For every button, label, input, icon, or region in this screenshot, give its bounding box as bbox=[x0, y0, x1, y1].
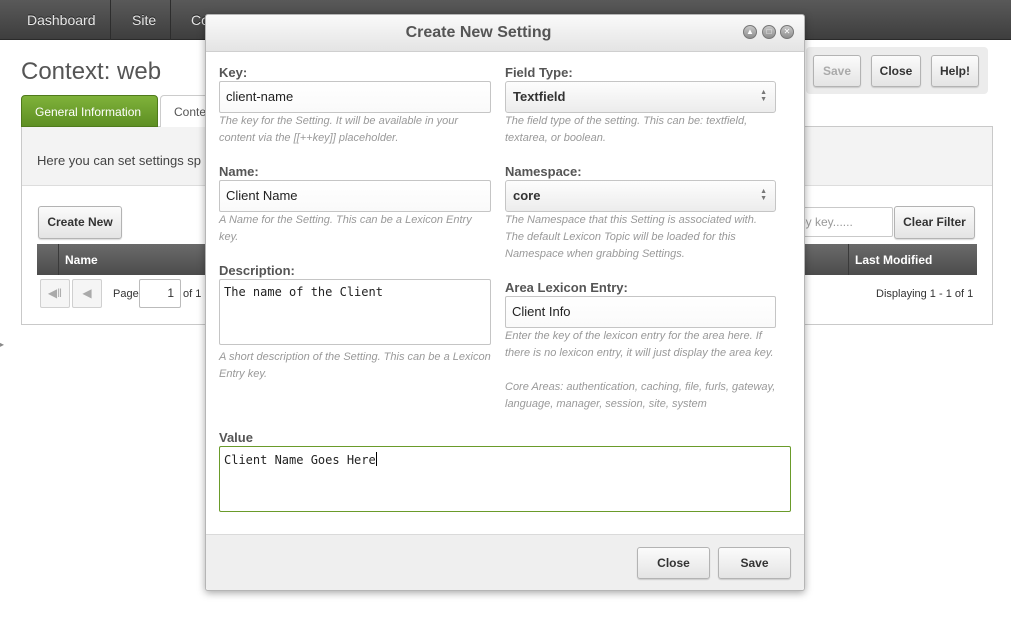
area-lexicon-label: Area Lexicon Entry: bbox=[505, 280, 628, 295]
nav-site[interactable]: Site bbox=[118, 0, 172, 40]
modal-title: Create New Setting bbox=[405, 24, 552, 41]
clear-filter-button[interactable]: Clear Filter bbox=[894, 206, 975, 239]
create-setting-modal: Create New Setting ▲ □ ✕ Key: client-nam… bbox=[205, 14, 805, 591]
name-label: Name: bbox=[219, 164, 259, 179]
nav-dashboard[interactable]: Dashboard bbox=[13, 0, 111, 40]
area-lexicon-input[interactable]: Client Info bbox=[505, 296, 776, 328]
namespace-value: core bbox=[513, 188, 541, 203]
collapse-handle-icon[interactable]: ▸ bbox=[0, 340, 4, 349]
namespace-hint: The Namespace that this Setting is assoc… bbox=[505, 214, 757, 260]
tab-general-information[interactable]: General Information bbox=[21, 95, 158, 127]
description-textarea[interactable]: The name of the Client bbox=[219, 279, 491, 345]
area-lexicon-hint: Enter the key of the lexicon entry for t… bbox=[505, 330, 774, 359]
select-arrows-icon: ▲ ▼ bbox=[760, 188, 767, 202]
prev-page-button[interactable]: ◀ bbox=[72, 279, 102, 308]
namespace-select[interactable]: core ▲ ▼ bbox=[505, 180, 776, 212]
value-text: Client Name Goes Here bbox=[224, 453, 376, 467]
description-label: Description: bbox=[219, 263, 295, 278]
maximize-window-icon[interactable]: □ bbox=[762, 25, 776, 39]
field-type-select[interactable]: Textfield ▲ ▼ bbox=[505, 81, 776, 113]
value-label: Value bbox=[219, 430, 253, 445]
field-type-value: Textfield bbox=[513, 89, 566, 104]
first-page-button[interactable]: ◀‖ bbox=[40, 279, 70, 308]
column-separator bbox=[848, 244, 849, 275]
key-label: Key: bbox=[219, 65, 248, 80]
column-header-name[interactable]: Name bbox=[65, 253, 98, 267]
text-caret bbox=[375, 452, 377, 466]
pager-of-label: of 1 bbox=[183, 288, 202, 300]
page-number-input[interactable]: 1 bbox=[139, 279, 181, 308]
key-input[interactable]: client-name bbox=[219, 81, 491, 113]
description-hint: A short description of the Setting. This… bbox=[219, 351, 491, 380]
value-textarea[interactable]: Client Name Goes Here bbox=[219, 446, 791, 512]
field-type-hint: The field type of the setting. This can … bbox=[505, 115, 748, 144]
save-button[interactable]: Save bbox=[813, 55, 861, 87]
grid-header-lead bbox=[37, 244, 59, 275]
modal-save-button[interactable]: Save bbox=[718, 547, 791, 579]
modal-close-button[interactable]: Close bbox=[637, 547, 710, 579]
help-button[interactable]: Help! bbox=[931, 55, 979, 87]
key-hint: The key for the Setting. It will be avai… bbox=[219, 115, 459, 144]
modal-body: Key: client-name The key for the Setting… bbox=[206, 53, 804, 534]
close-button[interactable]: Close bbox=[871, 55, 921, 87]
close-window-icon[interactable]: ✕ bbox=[780, 25, 794, 39]
collapse-window-icon[interactable]: ▲ bbox=[743, 25, 757, 39]
modal-footer: Close Save bbox=[206, 534, 804, 590]
core-areas-hint: Core Areas: authentication, caching, fil… bbox=[505, 381, 776, 410]
create-new-button[interactable]: Create New bbox=[38, 206, 122, 239]
name-hint: A Name for the Setting. This can be a Le… bbox=[219, 214, 472, 243]
pager-displaying: Displaying 1 - 1 of 1 bbox=[876, 288, 974, 300]
modal-header[interactable]: Create New Setting ▲ □ ✕ bbox=[206, 15, 804, 52]
first-page-icon: ◀‖ bbox=[47, 286, 63, 300]
panel-description-text: Here you can set settings sp bbox=[37, 153, 202, 168]
name-input[interactable]: Client Name bbox=[219, 180, 491, 212]
select-arrows-icon: ▲ ▼ bbox=[760, 89, 767, 103]
page-title: Context: web bbox=[21, 58, 162, 85]
pager-page-label: Page bbox=[113, 288, 139, 300]
namespace-label: Namespace: bbox=[505, 164, 582, 179]
column-header-last-modified[interactable]: Last Modified bbox=[855, 253, 932, 267]
prev-page-icon: ◀ bbox=[82, 286, 92, 300]
field-type-label: Field Type: bbox=[505, 65, 573, 80]
